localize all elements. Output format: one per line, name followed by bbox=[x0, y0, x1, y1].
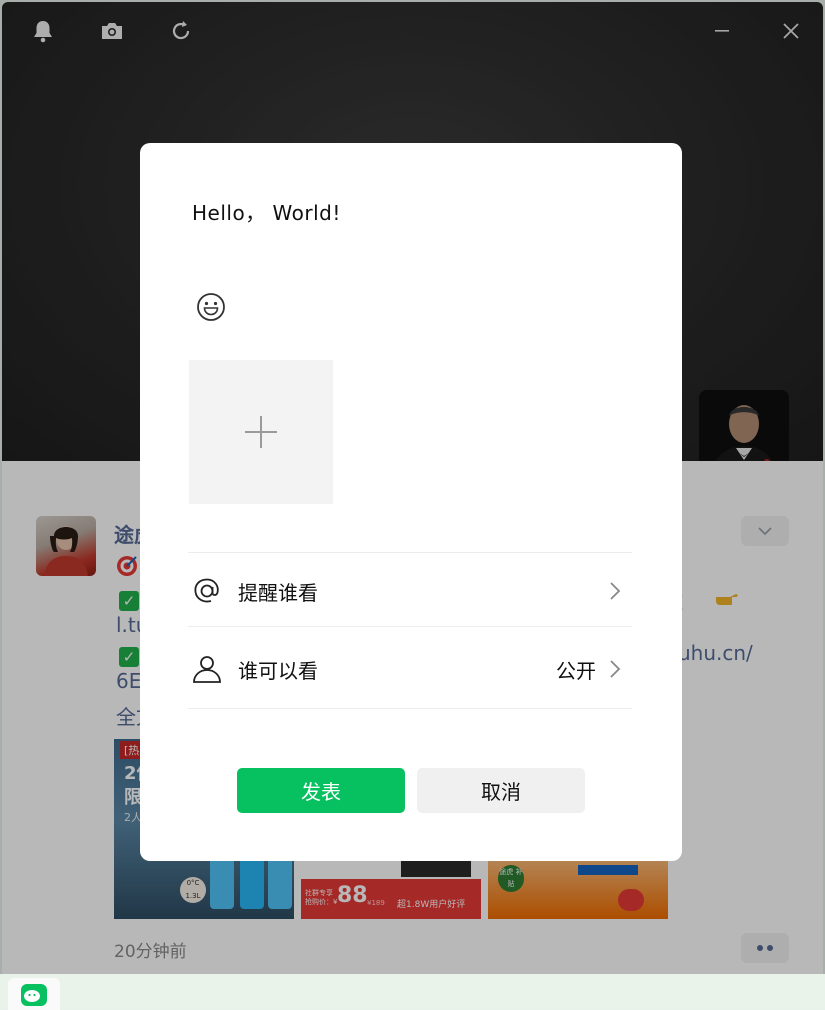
divider bbox=[188, 626, 632, 627]
publish-button[interactable]: 发表 bbox=[237, 768, 405, 813]
visibility-value: 公开 bbox=[556, 658, 596, 683]
cancel-button[interactable]: 取消 bbox=[417, 768, 585, 813]
chevron-right-icon bbox=[610, 582, 621, 600]
remind-who-label: 提醒谁看 bbox=[238, 580, 318, 605]
visibility-label: 谁可以看 bbox=[238, 658, 318, 683]
smiley-icon bbox=[197, 293, 225, 321]
divider bbox=[188, 708, 632, 709]
chevron-right-icon bbox=[610, 660, 621, 678]
at-icon bbox=[190, 574, 224, 608]
post-text-input[interactable]: Hello， World! bbox=[192, 197, 341, 226]
person-icon bbox=[190, 652, 224, 686]
wechat-icon bbox=[21, 984, 47, 1006]
post-compose-dialog: Hello， World! 提醒谁看 谁可以看 公开 发表 取消 bbox=[140, 143, 682, 861]
add-photo-button[interactable] bbox=[189, 360, 333, 504]
plus-icon bbox=[245, 416, 277, 448]
remind-who-row[interactable]: 提醒谁看 bbox=[188, 552, 632, 630]
taskbar bbox=[0, 974, 825, 1010]
emoji-button[interactable] bbox=[195, 291, 227, 323]
visibility-row[interactable]: 谁可以看 公开 bbox=[188, 630, 632, 708]
wechat-taskbar-button[interactable] bbox=[8, 978, 60, 1010]
